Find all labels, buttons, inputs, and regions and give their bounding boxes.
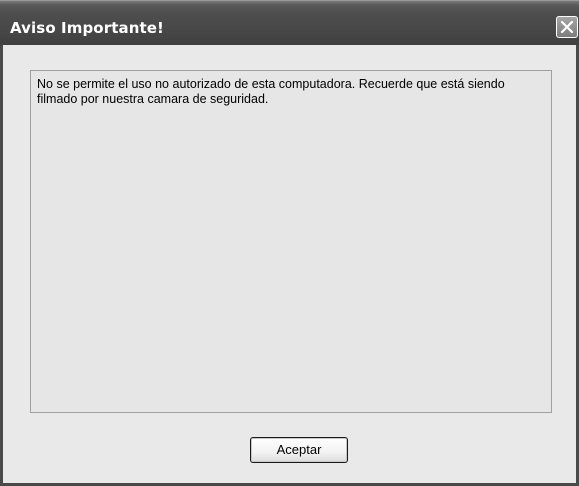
ok-button[interactable]: Aceptar <box>250 437 348 463</box>
message-panel: No se permite el uso no autorizado de es… <box>30 70 552 413</box>
title-bar[interactable]: Aviso Importante! <box>0 0 579 45</box>
dialog-window: Aviso Importante! No se permite el uso n… <box>0 0 579 486</box>
dialog-title: Aviso Importante! <box>10 19 164 37</box>
close-button[interactable] <box>556 16 578 38</box>
message-text: No se permite el uso no autorizado de es… <box>37 77 505 106</box>
close-icon <box>560 20 574 34</box>
